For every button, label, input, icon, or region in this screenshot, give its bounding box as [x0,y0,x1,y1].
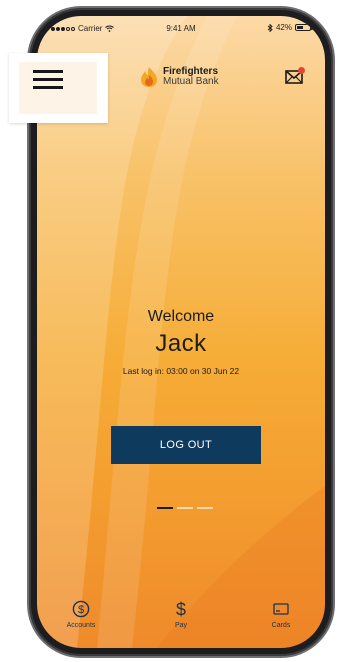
brand-subtitle: Mutual Bank [163,76,219,87]
brand-text: Firefighters Mutual Bank [163,67,219,87]
page-dot-3[interactable] [197,507,213,509]
svg-text:$: $ [78,604,84,616]
flame-icon [141,67,157,87]
menu-button[interactable] [9,53,108,123]
tab-pay-label: Pay [174,622,188,629]
tab-pay[interactable]: $ Pay [151,600,211,629]
bluetooth-icon [267,23,273,32]
tab-bar: $ Accounts $ Pay Cards [37,600,325,640]
brand-logo: Firefighters Mutual Bank [139,66,219,88]
status-bar: Carrier 9:41 AM 42% [37,16,325,38]
page-indicator [157,507,213,509]
logout-button[interactable]: LOG OUT [111,426,261,464]
page-dot-2[interactable] [177,507,193,509]
tab-cards-label: Cards [271,622,291,629]
hamburger-menu-icon [33,70,63,89]
status-battery-group: 42% [267,23,313,32]
page-dot-1[interactable] [157,507,173,509]
tab-cards[interactable]: Cards [251,600,311,629]
welcome-greeting: Welcome [147,308,215,325]
battery-icon [295,24,313,31]
svg-text:$: $ [176,600,186,618]
card-icon [273,603,289,615]
messages-button[interactable] [285,67,305,86]
welcome-section: Welcome Jack Last log in: 03:00 on 30 Ju… [37,308,325,376]
tab-accounts-label: Accounts [66,622,96,629]
last-login-text: Last log in: 03:00 on 30 Jun 22 [122,366,240,376]
battery-percent: 42% [275,23,292,32]
notification-badge [298,67,305,74]
user-name: Jack [155,330,207,357]
dollar-icon: $ [176,600,186,618]
tab-accounts[interactable]: $ Accounts [51,600,111,629]
dollar-circle-icon: $ [72,600,90,618]
